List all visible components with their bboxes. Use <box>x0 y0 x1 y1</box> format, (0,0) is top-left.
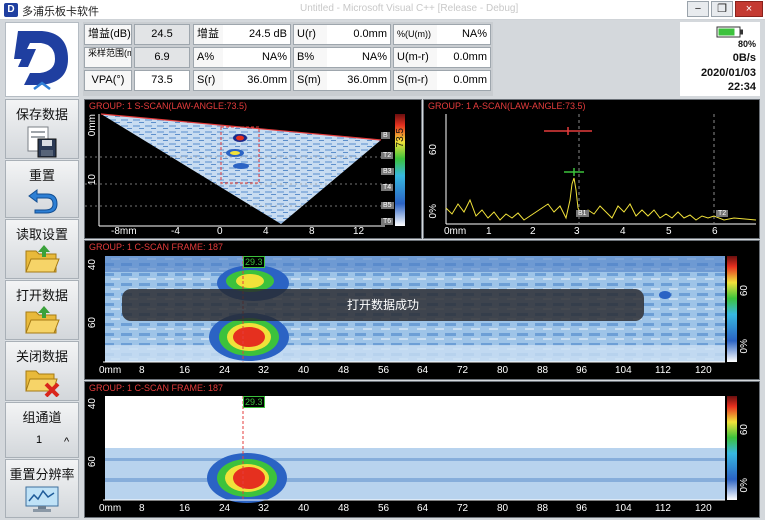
s-scan-xtick: 12 <box>353 226 365 237</box>
u-r-readout: 0.0mm <box>327 24 391 45</box>
close-data-button[interactable]: 关闭数据 <box>5 341 79 401</box>
channel-spinner-up-icon[interactable]: ^ <box>64 436 69 448</box>
s-scan-panel[interactable]: GROUP: 1 S-SCAN(LAW-ANGLE:73.5) 0mm 10 -… <box>84 99 422 239</box>
close-button[interactable]: × <box>735 1 763 17</box>
c-scan-ytick: 40 <box>87 398 98 410</box>
date-readout: 2020/01/03 <box>700 67 756 79</box>
gate-tag: B5 <box>381 202 394 209</box>
read-settings-button[interactable]: 读取设置 <box>5 219 79 279</box>
gain-readout: 24.5 dB <box>223 24 291 45</box>
a-scan-xtick: 3 <box>574 226 580 237</box>
undo-arrow-icon <box>28 189 58 214</box>
a-scan-ytick: 60 <box>428 144 439 156</box>
s-m-readout: 36.0mm <box>327 70 391 91</box>
a-scan-xtick: 4 <box>620 226 626 237</box>
time-readout: 22:34 <box>727 81 756 93</box>
save-data-button[interactable]: 保存数据 <box>5 99 79 159</box>
s-scan-xtick: -8mm <box>111 226 137 237</box>
c-scan-x-axis: 0mm 8 16 24 32 40 48 56 64 72 80 88 96 1… <box>99 365 712 376</box>
sidebar: 保存数据 重置 读取设置 打开数据 关闭数据 组通道 1 ^ 重置分辨率 <box>5 22 79 518</box>
readout-panel: 增益(dB) 24.5 采样范围(mm) 6.9 VPA(°) 73.5 增益 … <box>83 22 493 96</box>
gate-marker-b: B1 <box>576 210 589 217</box>
folder-open-icon <box>25 306 60 334</box>
background-window-title: Untitled - Microsoft Visual C++ [Release… <box>300 3 519 14</box>
app-icon: D <box>4 3 18 17</box>
a-scan-ytick: 0% <box>428 204 439 219</box>
c-scan-x-axis: 0mm 8 16 24 32 40 48 56 64 72 80 88 96 1… <box>99 503 712 514</box>
folder-open-icon <box>25 245 60 273</box>
group-channel-control: 组通道 1 ^ <box>5 402 79 458</box>
data-rate: 0B/s <box>732 52 756 64</box>
s-scan-xtick: 4 <box>263 226 269 237</box>
window-title: 多浦乐板卡软件 <box>22 6 99 18</box>
title-bar: D 多浦乐板卡软件 Untitled - Microsoft Visual C+… <box>0 0 765 20</box>
gate-tag: T6 <box>381 218 394 225</box>
reset-button[interactable]: 重置 <box>5 160 79 218</box>
a-scan-xtick: 5 <box>666 226 672 237</box>
open-data-button[interactable]: 打开数据 <box>5 280 79 340</box>
s-m-r-readout: 0.0mm <box>437 70 491 91</box>
battery-icon <box>716 26 743 38</box>
s-scan-angle-label: 73.5 <box>395 128 406 148</box>
b-percent-readout: NA% <box>327 47 391 68</box>
restore-button[interactable]: ❐ <box>711 1 733 17</box>
save-disk-icon <box>27 126 57 158</box>
u-m-percent-label: %(U(m)) <box>393 24 437 45</box>
c-scan-panel-2[interactable]: GROUP: 1 C-SCAN FRAME: 187 40 60 60 0% 2… <box>84 381 760 518</box>
app-logo <box>5 22 79 97</box>
channel-value[interactable]: 1 <box>36 434 42 446</box>
a-percent-readout: NA% <box>223 47 291 68</box>
sample-range-field[interactable]: 6.9 <box>134 47 190 68</box>
a-scan-panel[interactable]: GROUP: 1 A-SCAN(LAW-ANGLE:73.5) 60 0% 0m… <box>423 99 760 239</box>
gain-label: 增益 <box>193 24 223 45</box>
s-r-readout: 36.0mm <box>223 70 291 91</box>
a-scan-xtick: 0mm <box>444 226 467 237</box>
gain-db-label: 增益(dB) <box>84 24 132 45</box>
gain-db-field[interactable]: 24.5 <box>134 24 190 45</box>
u-m-r-readout: 0.0mm <box>437 47 491 68</box>
a-scan-xtick: 6 <box>712 226 718 237</box>
s-r-label: S(r) <box>193 70 223 91</box>
c-scan-cbar-tick: 60 <box>739 285 750 297</box>
sample-range-label: 采样范围(mm) <box>84 47 132 68</box>
gate-tag: T2 <box>381 152 394 159</box>
s-scan-xtick: -4 <box>171 226 180 237</box>
c-scan-ytick: 40 <box>87 259 98 271</box>
reset-resolution-button[interactable]: 重置分辨率 <box>5 459 79 518</box>
a-scan-xtick: 2 <box>530 226 536 237</box>
gate-tag: B3 <box>381 168 394 175</box>
battery-percent: 80% <box>737 39 756 49</box>
gate-tag: T4 <box>381 184 394 191</box>
vpa-field[interactable]: 73.5 <box>134 70 190 91</box>
c-scan-cbar-tick: 0% <box>739 478 750 493</box>
a-percent-label: A% <box>193 47 223 68</box>
a-scan-xtick: 1 <box>486 226 492 237</box>
gate-marker-t: T2 <box>716 210 729 217</box>
u-m-percent-readout: NA% <box>437 24 491 45</box>
s-m-label: S(m) <box>293 70 327 91</box>
status-area: 80% 0B/s 2020/01/03 22:34 <box>680 22 760 96</box>
gate-tag: B <box>381 132 390 139</box>
s-scan-ytick: 0mm <box>87 114 98 137</box>
vpa-label: VPA(°) <box>84 70 132 91</box>
folder-close-icon <box>25 370 60 398</box>
c-scan-ytick: 60 <box>87 456 98 468</box>
u-m-r-label: U(m-r) <box>393 47 437 68</box>
toast-notification: 打开数据成功 <box>122 289 644 321</box>
u-r-label: U(r) <box>293 24 327 45</box>
c-scan-cbar-tick: 60 <box>739 424 750 436</box>
cursor-readout: 29.3 <box>243 396 265 408</box>
monitor-icon <box>25 486 59 512</box>
cursor-readout: 29.3 <box>243 256 265 268</box>
s-m-r-label: S(m-r) <box>393 70 437 91</box>
s-scan-xtick: 0 <box>217 226 223 237</box>
c-scan-ytick: 60 <box>87 317 98 329</box>
b-percent-label: B% <box>293 47 327 68</box>
c-scan-cbar-tick: 0% <box>739 339 750 354</box>
s-scan-xtick: 8 <box>309 226 315 237</box>
minimize-button[interactable]: − <box>687 1 709 17</box>
s-scan-ytick: 10 <box>87 174 98 186</box>
